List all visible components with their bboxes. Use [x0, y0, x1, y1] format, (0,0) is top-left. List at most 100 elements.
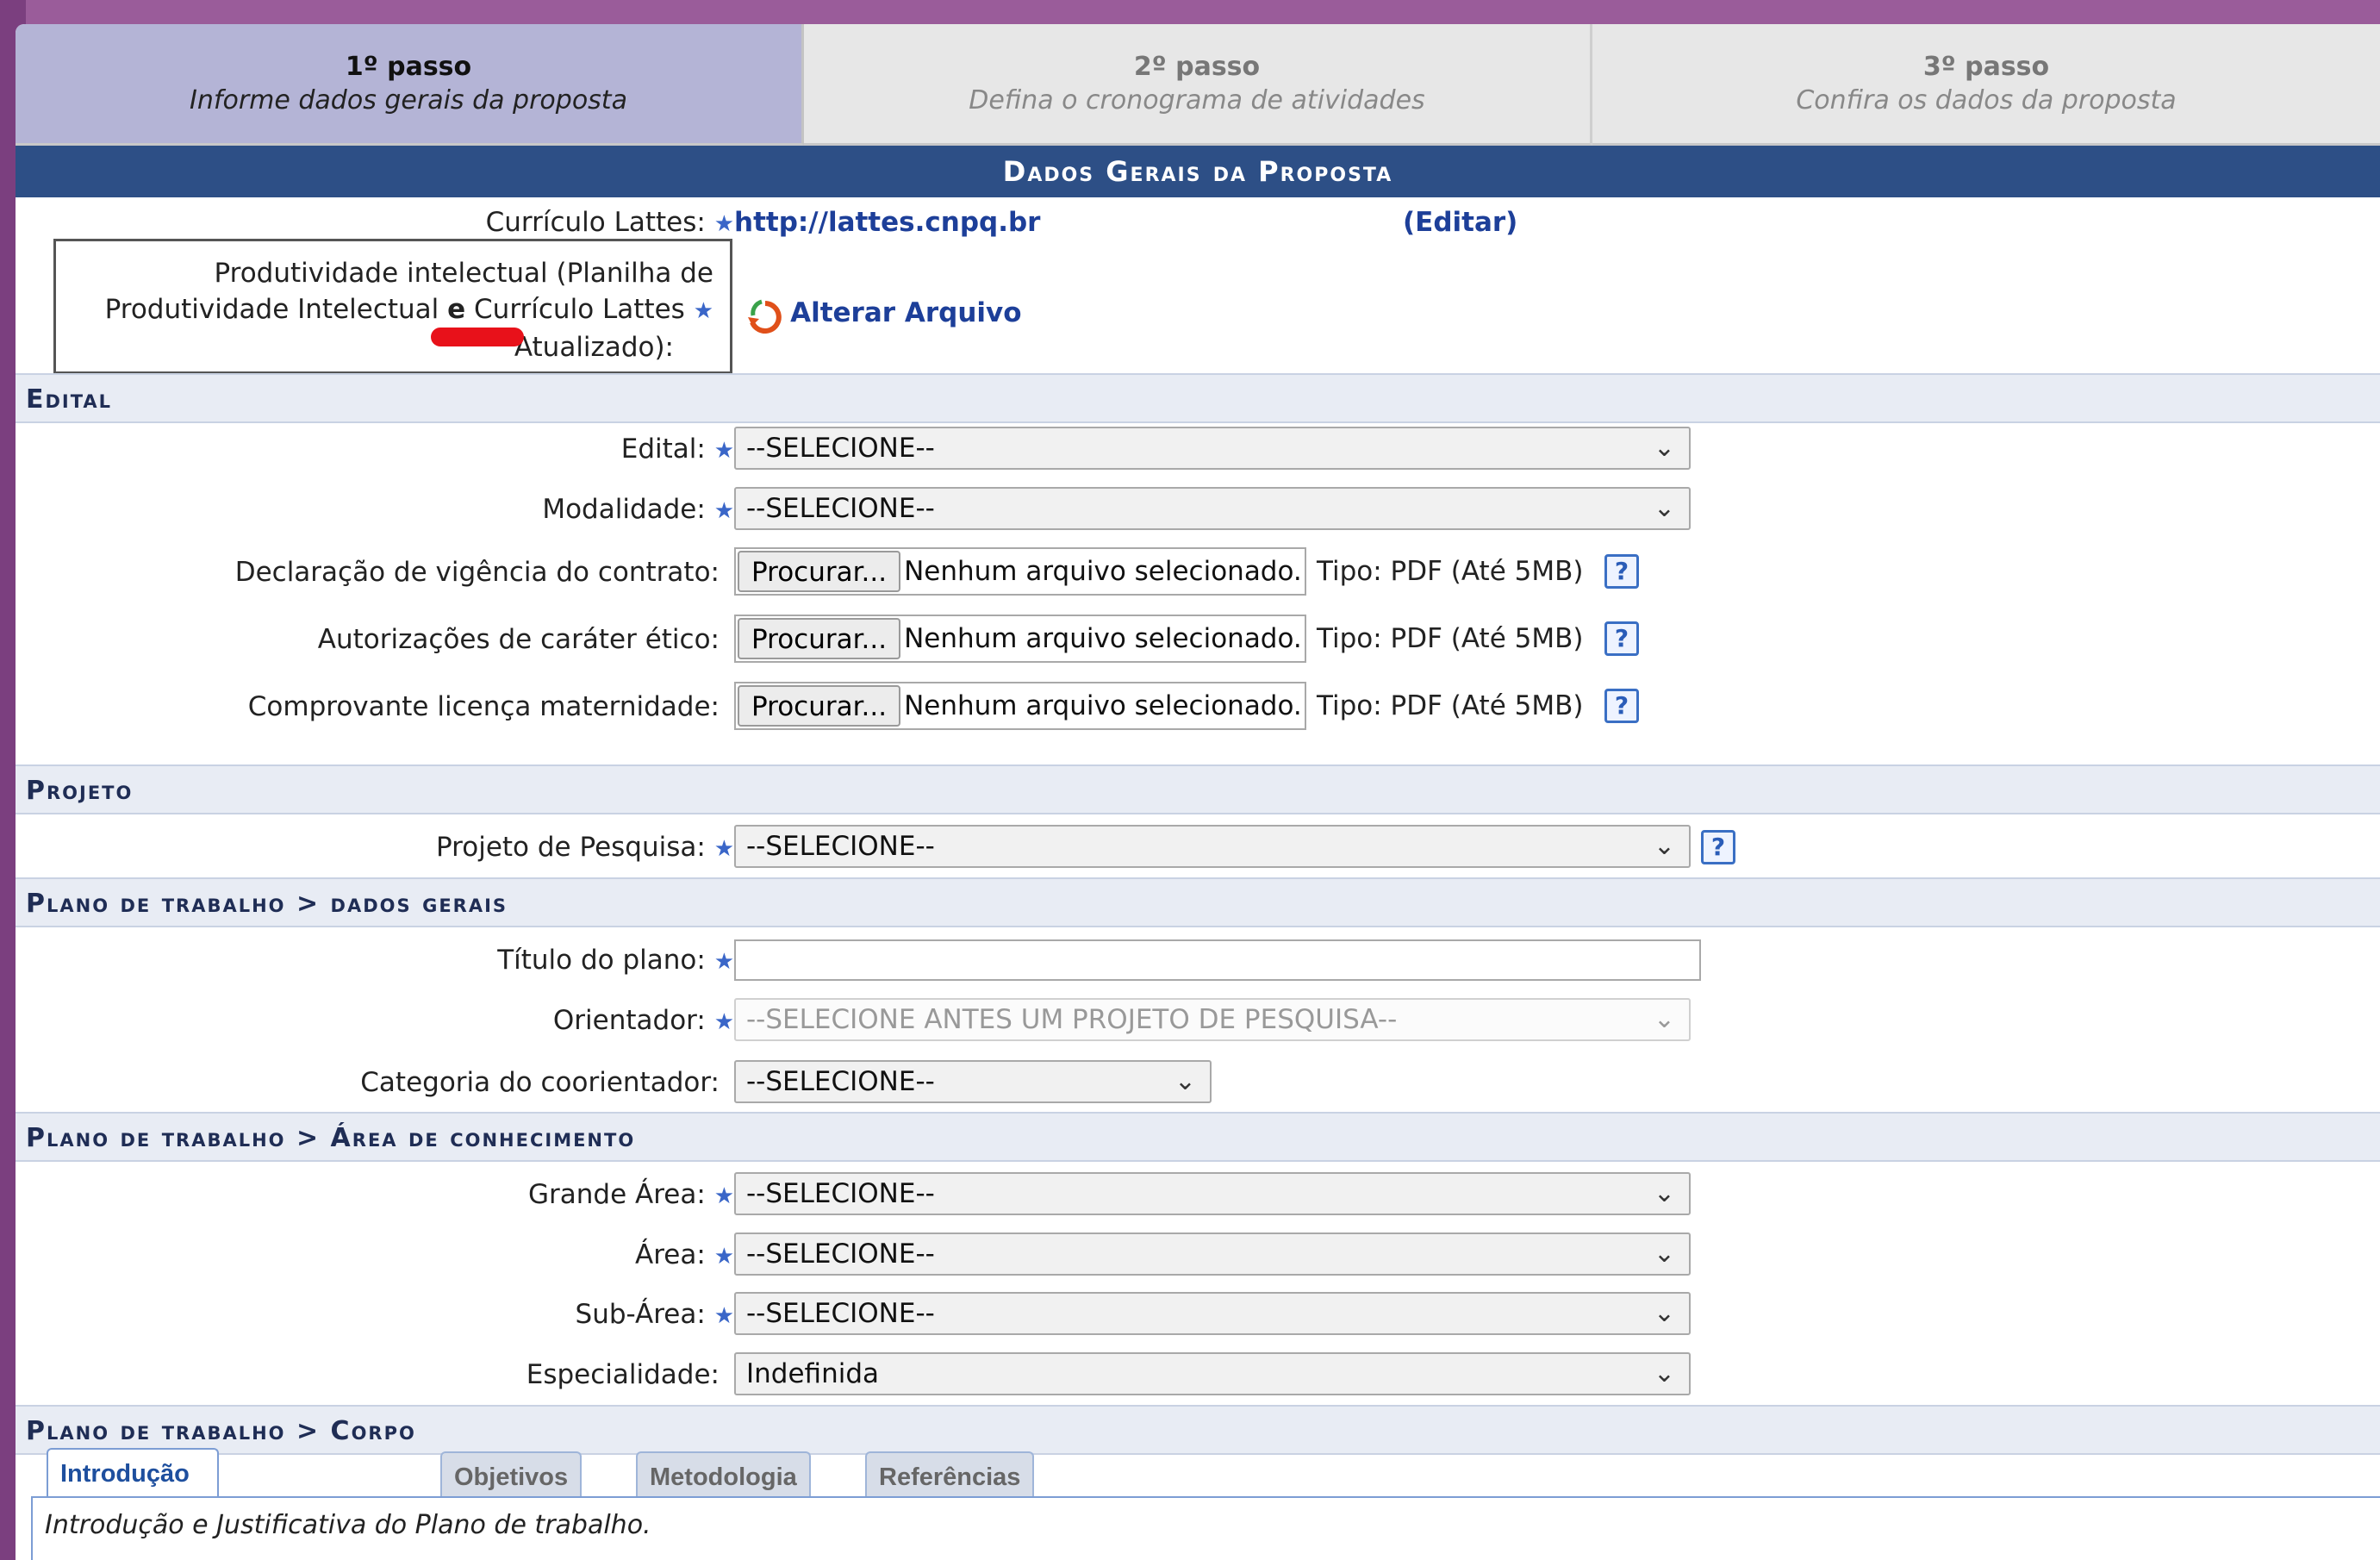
projeto-value: --SELECIONE--	[746, 831, 935, 862]
orientador-row: Orientador: ★ --SELECIONE ANTES UM PROJE…	[16, 995, 2380, 1046]
tab-referencias[interactable]: Referências ★	[865, 1451, 1035, 1538]
tab-introducao[interactable]: Introdução e Justificativa ★	[47, 1448, 219, 1560]
categoria-select[interactable]: --SELECIONE-- ⌄	[734, 1060, 1212, 1103]
titulo-input[interactable]	[734, 939, 1701, 981]
projeto-label: Projeto de Pesquisa:	[436, 832, 706, 863]
chevron-down-icon: ⌄	[1653, 433, 1675, 463]
help-icon[interactable]: ?	[1604, 689, 1639, 723]
wizard-steps: 1º passo Informe dados gerais da propost…	[16, 24, 2380, 146]
tab-objetivos[interactable]: Objetivos ★	[440, 1451, 583, 1538]
tab-label: Metodologia	[650, 1463, 797, 1491]
modalidade-select[interactable]: --SELECIONE-- ⌄	[734, 487, 1691, 530]
required-star-icon: ★	[713, 1183, 734, 1209]
grande-area-select[interactable]: --SELECIONE-- ⌄	[734, 1172, 1691, 1215]
area-label-wrap: Área: ★	[635, 1229, 734, 1281]
required-star-icon: ★	[713, 949, 734, 975]
tab-metodologia[interactable]: Metodologia ★	[636, 1451, 811, 1538]
required-star-icon: ★	[713, 1244, 734, 1270]
autorizacoes-row: Autorizações de caráter ético: Procurar.…	[16, 611, 2380, 668]
step-1[interactable]: 1º passo Informe dados gerais da propost…	[16, 24, 804, 146]
chevron-down-icon: ⌄	[1653, 1004, 1675, 1034]
edital-row: Edital: ★ --SELECIONE-- ⌄	[16, 423, 2380, 475]
alterar-arquivo-link[interactable]: Alterar Arquivo	[790, 297, 1021, 328]
declaracao-file-input[interactable]: Procurar... Nenhum arquivo selecionado.	[734, 547, 1306, 596]
autorizacoes-label: Autorizações de caráter ético:	[317, 624, 720, 655]
area-label: Área:	[635, 1239, 706, 1270]
step-3[interactable]: 3º passo Confira os dados da proposta	[1592, 24, 2380, 146]
especialidade-select[interactable]: Indefinida ⌄	[734, 1352, 1691, 1395]
step-number: 3º passo	[1922, 52, 2050, 82]
especialidade-row: Especialidade: Indefinida ⌄	[16, 1349, 2380, 1401]
edit-lattes-link[interactable]: (Editar)	[1403, 201, 1517, 244]
modalidade-label-wrap: Modalidade: ★	[542, 484, 734, 535]
file-status: Nenhum arquivo selecionado.	[904, 690, 1302, 721]
browse-button[interactable]: Procurar...	[738, 685, 901, 727]
orientador-label: Orientador:	[552, 1005, 706, 1036]
edital-value: --SELECIONE--	[746, 433, 935, 464]
projeto-label-wrap: Projeto de Pesquisa: ★	[436, 821, 734, 873]
area-select[interactable]: --SELECIONE-- ⌄	[734, 1232, 1691, 1276]
titulo-label: Título do plano:	[497, 945, 706, 976]
lattes-url-link[interactable]: http://lattes.cnpq.br	[734, 207, 1040, 238]
titulo-row: Título do plano: ★	[16, 934, 2380, 986]
lattes-label: Currículo Lattes:	[485, 207, 706, 238]
orientador-label-wrap: Orientador: ★	[553, 995, 734, 1046]
autorizacoes-file-input[interactable]: Procurar... Nenhum arquivo selecionado.	[734, 615, 1306, 663]
grande-area-label-wrap: Grande Área: ★	[528, 1169, 734, 1220]
grande-area-label: Grande Área:	[528, 1179, 706, 1210]
help-icon[interactable]: ?	[1604, 621, 1639, 656]
produtividade-label-line: Produtividade Intelectual e Currículo La…	[59, 291, 713, 329]
categoria-label: Categoria do coorientador:	[360, 1067, 720, 1098]
step-description: Confira os dados da proposta	[1796, 85, 2177, 115]
sub-area-label: Sub-Área:	[575, 1299, 706, 1330]
step-2[interactable]: 2º passo Defina o cronograma de atividad…	[804, 24, 1592, 146]
red-annotation-mark	[431, 328, 524, 346]
edital-label: Edital:	[620, 434, 706, 465]
lattes-label-wrap: Currículo Lattes: ★	[486, 201, 734, 244]
especialidade-value: Indefinida	[746, 1358, 880, 1389]
comprovante-row: Comprovante licença maternidade: Procura…	[16, 678, 2380, 735]
file-type-hint: Tipo: PDF (Até 5MB)	[1317, 623, 1584, 654]
refresh-icon	[748, 299, 782, 334]
produtividade-label-line: Produtividade intelectual (Planilha de	[214, 258, 713, 289]
produtividade-label: Produtividade intelectual (Planilha de P…	[59, 255, 713, 365]
orientador-select[interactable]: --SELECIONE ANTES UM PROJETO DE PESQUISA…	[734, 998, 1691, 1041]
section-edital: Edital	[16, 373, 2380, 423]
titulo-label-wrap: Título do plano: ★	[497, 934, 734, 986]
required-star-icon: ★	[693, 298, 713, 324]
sub-area-row: Sub-Área: ★ --SELECIONE-- ⌄	[16, 1289, 2380, 1340]
produtividade-text: Currículo Lattes	[465, 294, 685, 325]
tab-content[interactable]: Introdução e Justificativa do Plano de t…	[31, 1496, 2380, 1560]
step-description: Informe dados gerais da proposta	[190, 85, 627, 115]
step-description: Defina o cronograma de atividades	[969, 85, 1425, 115]
step-number: 2º passo	[1133, 52, 1261, 82]
modalidade-label: Modalidade:	[542, 494, 706, 525]
sub-area-value: --SELECIONE--	[746, 1298, 935, 1329]
chevron-down-icon: ⌄	[1653, 831, 1675, 861]
declaracao-label: Declaração de vigência do contrato:	[234, 557, 720, 588]
comprovante-label: Comprovante licença maternidade:	[247, 691, 720, 722]
section-area: Plano de trabalho > Área de conhecimento	[16, 1112, 2380, 1162]
alterar-arquivo[interactable]: Alterar Arquivo	[745, 291, 1022, 334]
required-star-icon: ★	[713, 211, 734, 237]
produtividade-text: Produtividade Intelectual	[104, 294, 448, 325]
help-icon[interactable]: ?	[1701, 830, 1735, 864]
orientador-value: --SELECIONE ANTES UM PROJETO DE PESQUISA…	[746, 1004, 1398, 1035]
sub-area-select[interactable]: --SELECIONE-- ⌄	[734, 1292, 1691, 1335]
edital-select[interactable]: --SELECIONE-- ⌄	[734, 427, 1691, 470]
edital-label-wrap: Edital: ★	[621, 423, 734, 475]
required-star-icon: ★	[713, 498, 734, 524]
projeto-select[interactable]: --SELECIONE-- ⌄	[734, 825, 1691, 868]
browse-button[interactable]: Procurar...	[738, 618, 901, 659]
required-star-icon: ★	[713, 836, 734, 862]
proposal-form: 1º passo Informe dados gerais da propost…	[16, 24, 2380, 1560]
produtividade-emphasis: e	[447, 294, 466, 325]
comprovante-file-input[interactable]: Procurar... Nenhum arquivo selecionado.	[734, 682, 1306, 730]
categoria-row: Categoria do coorientador: --SELECIONE--…	[16, 1057, 2380, 1108]
area-row: Área: ★ --SELECIONE-- ⌄	[16, 1229, 2380, 1281]
help-icon[interactable]: ?	[1604, 554, 1639, 589]
window-frame	[0, 0, 2380, 24]
browse-button[interactable]: Procurar...	[738, 551, 901, 592]
chevron-down-icon: ⌄	[1653, 1358, 1675, 1388]
tab-content-text: Introdução e Justificativa do Plano de t…	[45, 1510, 651, 1540]
